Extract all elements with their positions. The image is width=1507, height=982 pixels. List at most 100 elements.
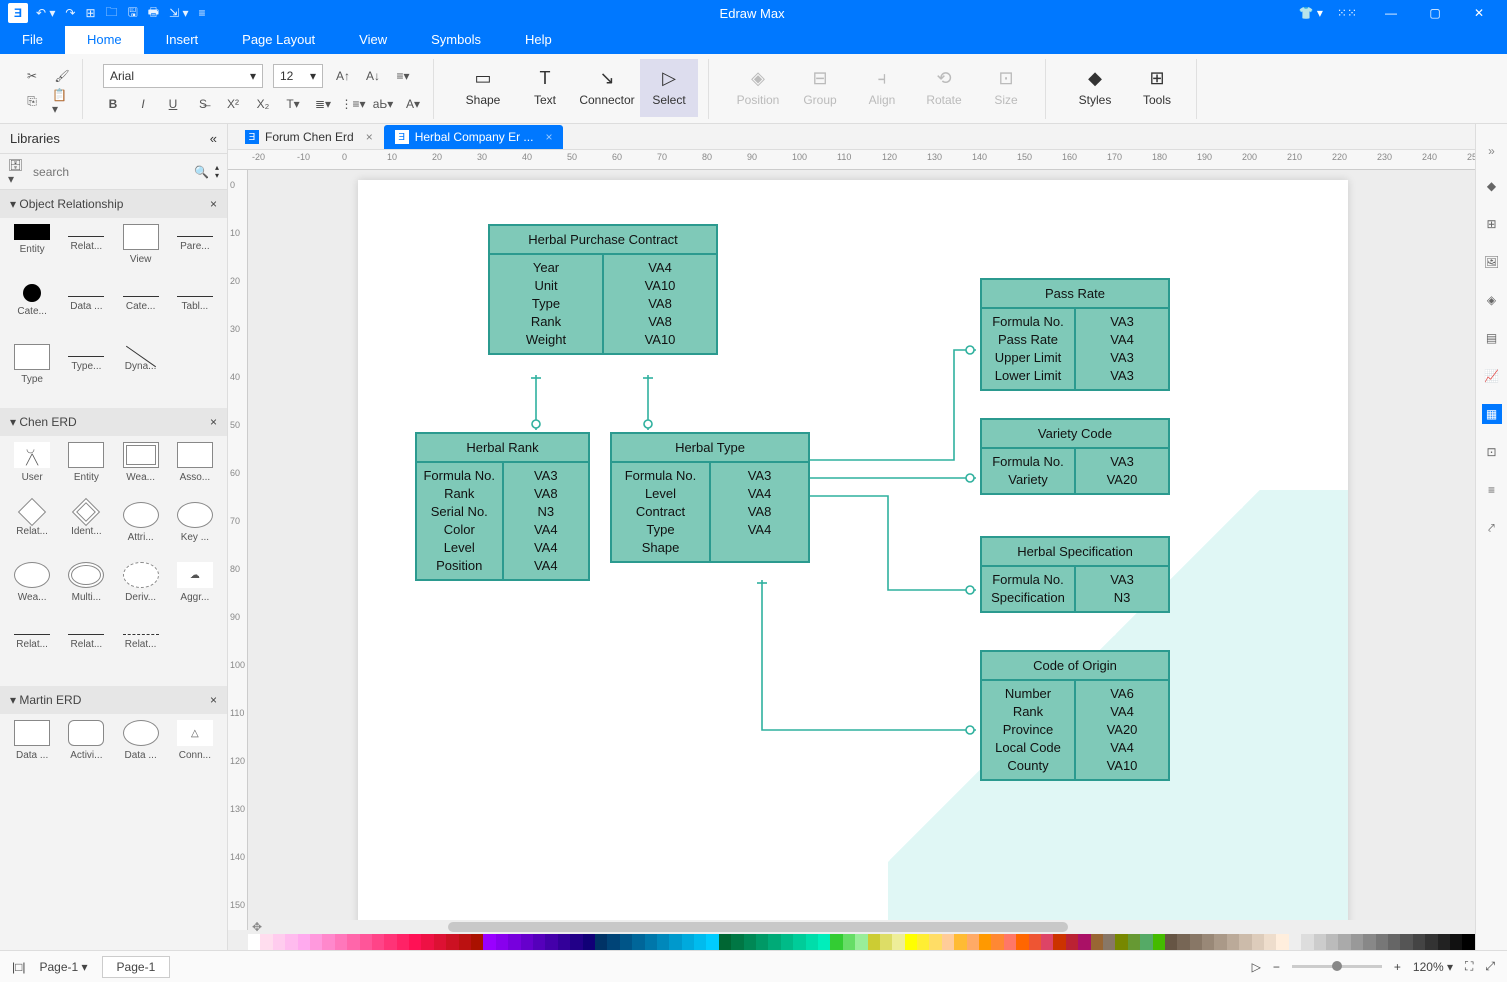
increase-font-icon[interactable]: A↑ — [333, 66, 353, 86]
color-swatch[interactable] — [793, 934, 805, 950]
library-shape[interactable]: View — [115, 224, 167, 282]
entity-herbal-rank[interactable]: Herbal Rank Formula No.RankSerial No.Col… — [415, 432, 590, 581]
color-swatch[interactable] — [1264, 934, 1276, 950]
cut-icon[interactable]: ✂ — [22, 66, 42, 86]
color-swatch[interactable] — [669, 934, 681, 950]
color-swatch[interactable] — [434, 934, 446, 950]
color-swatch[interactable] — [1314, 934, 1326, 950]
library-shape[interactable]: Relat... — [60, 224, 112, 282]
color-swatch[interactable] — [1276, 934, 1288, 950]
color-swatch[interactable] — [620, 934, 632, 950]
library-shape[interactable]: △Conn... — [169, 720, 221, 778]
paste-icon[interactable]: 📋▾ — [52, 92, 72, 112]
bullets-icon[interactable]: ≣▾ — [313, 94, 333, 114]
tab-file[interactable]: File — [0, 26, 65, 54]
gallery-icon[interactable]: ⊞ — [1482, 214, 1502, 234]
color-swatch[interactable] — [855, 934, 867, 950]
library-shape[interactable]: Activi... — [60, 720, 112, 778]
library-shape[interactable]: Ident... — [60, 502, 112, 560]
color-swatch[interactable] — [806, 934, 818, 950]
color-swatch[interactable] — [1363, 934, 1375, 950]
color-swatch[interactable] — [706, 934, 718, 950]
color-swatch[interactable] — [1376, 934, 1388, 950]
undo-icon[interactable]: ↶ ▾ — [36, 6, 55, 20]
color-swatch[interactable] — [1004, 934, 1016, 950]
color-swatch[interactable] — [483, 934, 495, 950]
color-swatch[interactable] — [929, 934, 941, 950]
color-swatch[interactable] — [446, 934, 458, 950]
color-swatch[interactable] — [1140, 934, 1152, 950]
page-setup-icon[interactable]: ▤ — [1482, 328, 1502, 348]
library-shape[interactable]: ☁Aggr... — [169, 562, 221, 620]
library-shape[interactable]: Key ... — [169, 502, 221, 560]
color-swatch[interactable] — [508, 934, 520, 950]
print-icon[interactable]: 🖶 — [148, 3, 159, 24]
color-swatch[interactable] — [880, 934, 892, 950]
shape-tool[interactable]: ▭Shape — [454, 59, 512, 117]
color-swatch[interactable] — [298, 934, 310, 950]
library-shape[interactable]: Relat... — [60, 622, 112, 680]
apps-icon[interactable]: ⁙⁙ — [1337, 6, 1357, 20]
color-swatch[interactable] — [310, 934, 322, 950]
color-palette-bar[interactable] — [248, 934, 1475, 950]
library-group-header[interactable]: ▾ Object Relationship× — [0, 190, 227, 218]
color-swatch[interactable] — [1326, 934, 1338, 950]
entity-herbal-specification[interactable]: Herbal Specification Formula No.Specific… — [980, 536, 1170, 613]
more-icon[interactable]: ≡ — [199, 6, 206, 20]
color-swatch[interactable] — [1214, 934, 1226, 950]
color-swatch[interactable] — [1351, 934, 1363, 950]
fit-page-icon[interactable]: ⛶ — [1465, 959, 1473, 974]
color-swatch[interactable] — [607, 934, 619, 950]
color-swatch[interactable] — [1078, 934, 1090, 950]
color-swatch[interactable] — [1301, 934, 1313, 950]
color-swatch[interactable] — [459, 934, 471, 950]
color-swatch[interactable] — [694, 934, 706, 950]
close-tab-icon[interactable]: × — [366, 130, 373, 144]
color-swatch[interactable] — [1165, 934, 1177, 950]
page-select[interactable]: Page-1 ▾ — [39, 960, 87, 974]
clipart-icon[interactable]: ⊡ — [1482, 442, 1502, 462]
color-swatch[interactable] — [1252, 934, 1264, 950]
tab-insert[interactable]: Insert — [144, 26, 221, 54]
color-swatch[interactable] — [1413, 934, 1425, 950]
color-swatch[interactable] — [558, 934, 570, 950]
color-swatch[interactable] — [1190, 934, 1202, 950]
tab-symbols[interactable]: Symbols — [409, 26, 503, 54]
fullscreen-icon[interactable]: ⤢ — [1485, 959, 1495, 974]
superscript-icon[interactable]: X² — [223, 94, 243, 114]
color-swatch[interactable] — [1053, 934, 1065, 950]
open-icon[interactable]: 🗀 — [106, 3, 118, 24]
theme-icon[interactable]: 👕 ▾ — [1299, 6, 1323, 20]
color-swatch[interactable] — [843, 934, 855, 950]
color-swatch[interactable] — [682, 934, 694, 950]
connector-tool[interactable]: ↘Connector — [578, 59, 636, 117]
color-swatch[interactable] — [979, 934, 991, 950]
color-swatch[interactable] — [719, 934, 731, 950]
collapse-libraries-icon[interactable]: « — [210, 131, 217, 146]
color-swatch[interactable] — [471, 934, 483, 950]
color-swatch[interactable] — [521, 934, 533, 950]
outline-icon[interactable]: ≡ — [1482, 480, 1502, 500]
zoom-in-icon[interactable]: + — [1394, 960, 1401, 974]
position-tool[interactable]: ◈Position — [729, 59, 787, 117]
entity-code-of-origin[interactable]: Code of Origin NumberRankProvinceLocal C… — [980, 650, 1170, 781]
color-swatch[interactable] — [595, 934, 607, 950]
color-swatch[interactable] — [645, 934, 657, 950]
color-swatch[interactable] — [1091, 934, 1103, 950]
tools-tool[interactable]: ⊞Tools — [1128, 59, 1186, 117]
color-swatch[interactable] — [744, 934, 756, 950]
page-nav-icon[interactable]: |□| — [12, 960, 25, 974]
library-shape[interactable]: Entity — [60, 442, 112, 500]
tab-home[interactable]: Home — [65, 26, 144, 54]
color-swatch[interactable] — [496, 934, 508, 950]
align-tool[interactable]: ⫞Align — [853, 59, 911, 117]
color-swatch[interactable] — [1400, 934, 1412, 950]
color-swatch[interactable] — [942, 934, 954, 950]
library-shape[interactable]: Cate... — [6, 284, 58, 342]
export-icon[interactable]: ⇲ ▾ — [169, 6, 188, 20]
strike-icon[interactable]: S̶ — [193, 94, 213, 114]
library-shape[interactable]: Deriv... — [115, 562, 167, 620]
fill-icon[interactable]: ◆ — [1482, 176, 1502, 196]
color-swatch[interactable] — [1177, 934, 1189, 950]
layers-icon[interactable]: ◈ — [1482, 290, 1502, 310]
